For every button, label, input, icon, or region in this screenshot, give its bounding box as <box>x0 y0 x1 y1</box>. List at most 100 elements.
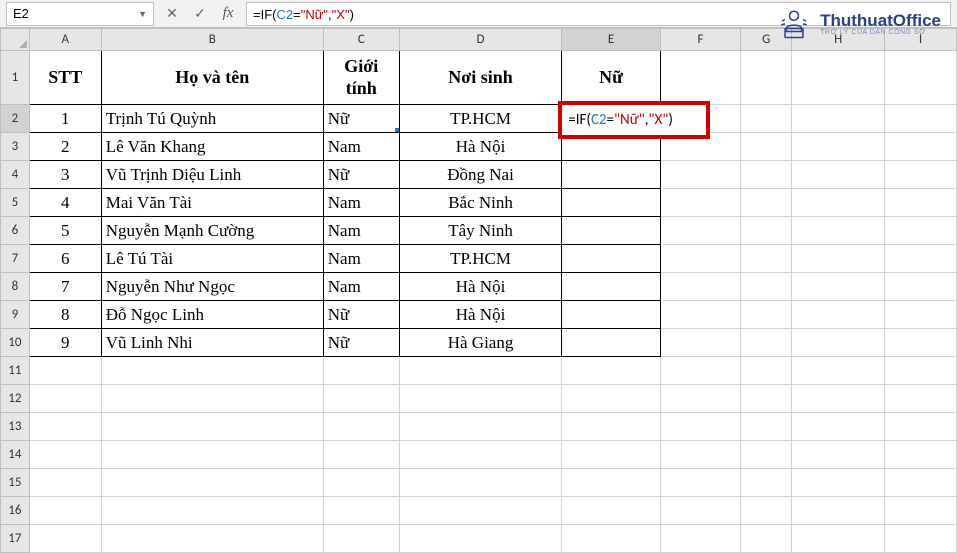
cell-e10[interactable] <box>562 329 661 357</box>
cell-editor[interactable]: =IF(C2="Nữ","X") <box>558 101 710 139</box>
row-header-10[interactable]: 10 <box>1 329 30 357</box>
cell-d8[interactable]: Hà Nội <box>399 273 561 301</box>
cell-d7[interactable]: TP.HCM <box>399 245 561 273</box>
table-row: 16 <box>1 497 957 525</box>
cell-b6[interactable]: Nguyễn Mạnh Cường <box>101 217 323 245</box>
table-row: 2 1 Trịnh Tú Quỳnh Nữ TP.HCM =IF(C2="Nữ"… <box>1 105 957 133</box>
col-header-e[interactable]: E <box>562 29 661 51</box>
cell-d4[interactable]: Đồng Nai <box>399 161 561 189</box>
cell-c9[interactable]: Nữ <box>323 301 399 329</box>
cancel-icon[interactable]: ✕ <box>158 2 186 26</box>
cell-c2[interactable]: Nữ <box>323 105 399 133</box>
header-stt[interactable]: STT <box>29 51 101 105</box>
row-header-12[interactable]: 12 <box>1 385 30 413</box>
cell-e6[interactable] <box>562 217 661 245</box>
watermark-subtitle: TRỢ LÝ CỦA DÂN CÔNG SỞ <box>820 29 941 36</box>
cell-d10[interactable]: Hà Giang <box>399 329 561 357</box>
cell-e8[interactable] <box>562 273 661 301</box>
header-sex[interactable]: Giới tính <box>323 51 399 105</box>
cell-d5[interactable]: Bắc Ninh <box>399 189 561 217</box>
cell-c6[interactable]: Nam <box>323 217 399 245</box>
confirm-icon[interactable]: ✓ <box>186 2 214 26</box>
cell-c7[interactable]: Nam <box>323 245 399 273</box>
col-header-d[interactable]: D <box>399 29 561 51</box>
cell-b4[interactable]: Vũ Trịnh Diệu Linh <box>101 161 323 189</box>
select-all-corner[interactable] <box>1 29 30 51</box>
row-header-6[interactable]: 6 <box>1 217 30 245</box>
row-header-4[interactable]: 4 <box>1 161 30 189</box>
col-header-f[interactable]: F <box>660 29 740 51</box>
cell-e5[interactable] <box>562 189 661 217</box>
cell-d3[interactable]: Hà Nội <box>399 133 561 161</box>
cell-a8[interactable]: 7 <box>29 273 101 301</box>
name-box-value: E2 <box>13 2 29 26</box>
spreadsheet-grid[interactable]: A B C D E F G H I 1 STT Họ và tên Giới t… <box>0 28 957 547</box>
cell-a7[interactable]: 6 <box>29 245 101 273</box>
table-row: 1 STT Họ và tên Giới tính Nơi sinh Nữ <box>1 51 957 105</box>
cell-b9[interactable]: Đỗ Ngọc Linh <box>101 301 323 329</box>
cell-b3[interactable]: Lê Văn Khang <box>101 133 323 161</box>
table-row: 32Lê Văn KhangNamHà Nội <box>1 133 957 161</box>
cell-e2[interactable]: =IF(C2="Nữ","X") <box>562 105 661 133</box>
cell-d6[interactable]: Tây Ninh <box>399 217 561 245</box>
row-header-9[interactable]: 9 <box>1 301 30 329</box>
table-row: 17 <box>1 525 957 553</box>
row-header-2[interactable]: 2 <box>1 105 30 133</box>
cell-b10[interactable]: Vũ Linh Nhi <box>101 329 323 357</box>
cell-b7[interactable]: Lê Tú Tài <box>101 245 323 273</box>
table-row: 13 <box>1 413 957 441</box>
cell-c3[interactable]: Nam <box>323 133 399 161</box>
table-row: 76Lê Tú TàiNamTP.HCM <box>1 245 957 273</box>
cell-a5[interactable]: 4 <box>29 189 101 217</box>
row-header-16[interactable]: 16 <box>1 497 30 525</box>
cell-a10[interactable]: 9 <box>29 329 101 357</box>
name-box-dropdown-icon[interactable]: ▼ <box>138 2 147 26</box>
table-row: 98Đỗ Ngọc LinhNữHà Nội <box>1 301 957 329</box>
cell-a2[interactable]: 1 <box>29 105 101 133</box>
cell-b2[interactable]: Trịnh Tú Quỳnh <box>101 105 323 133</box>
cell-a9[interactable]: 8 <box>29 301 101 329</box>
cell-a3[interactable]: 2 <box>29 133 101 161</box>
table-row: 54Mai Văn TàiNamBắc Ninh <box>1 189 957 217</box>
cell-c4[interactable]: Nữ <box>323 161 399 189</box>
table-row: 109Vũ Linh NhiNữHà Giang <box>1 329 957 357</box>
table-row: 12 <box>1 385 957 413</box>
col-header-b[interactable]: B <box>101 29 323 51</box>
cell-c8[interactable]: Nam <box>323 273 399 301</box>
watermark: ThuthuatOffice TRỢ LÝ CỦA DÂN CÔNG SỞ <box>776 6 941 42</box>
row-header-11[interactable]: 11 <box>1 357 30 385</box>
cell-a4[interactable]: 3 <box>29 161 101 189</box>
table-row: 14 <box>1 441 957 469</box>
col-header-c[interactable]: C <box>323 29 399 51</box>
table-row: 43Vũ Trịnh Diệu LinhNữĐồng Nai <box>1 161 957 189</box>
header-place[interactable]: Nơi sinh <box>399 51 561 105</box>
cell-c10[interactable]: Nữ <box>323 329 399 357</box>
cell-e7[interactable] <box>562 245 661 273</box>
cell-a6[interactable]: 5 <box>29 217 101 245</box>
cell-e9[interactable] <box>562 301 661 329</box>
cell-b8[interactable]: Nguyễn Như Ngọc <box>101 273 323 301</box>
row-header-7[interactable]: 7 <box>1 245 30 273</box>
row-header-5[interactable]: 5 <box>1 189 30 217</box>
row-header-17[interactable]: 17 <box>1 525 30 553</box>
header-name[interactable]: Họ và tên <box>101 51 323 105</box>
table-row: 11 <box>1 357 957 385</box>
row-header-13[interactable]: 13 <box>1 413 30 441</box>
row-header-14[interactable]: 14 <box>1 441 30 469</box>
cell-d9[interactable]: Hà Nội <box>399 301 561 329</box>
cell-d2[interactable]: TP.HCM <box>399 105 561 133</box>
row-header-8[interactable]: 8 <box>1 273 30 301</box>
table-row: 87Nguyễn Như NgọcNamHà Nội <box>1 273 957 301</box>
row-header-3[interactable]: 3 <box>1 133 30 161</box>
watermark-title: ThuthuatOffice <box>820 12 941 29</box>
name-box[interactable]: E2 ▼ <box>6 2 154 26</box>
cell-c5[interactable]: Nam <box>323 189 399 217</box>
table-row: 65Nguyễn Mạnh CườngNamTây Ninh <box>1 217 957 245</box>
col-header-a[interactable]: A <box>29 29 101 51</box>
row-header-15[interactable]: 15 <box>1 469 30 497</box>
row-header-1[interactable]: 1 <box>1 51 30 105</box>
cell-b5[interactable]: Mai Văn Tài <box>101 189 323 217</box>
fx-icon[interactable]: fx <box>214 2 242 26</box>
cell-e4[interactable] <box>562 161 661 189</box>
header-female[interactable]: Nữ <box>562 51 661 105</box>
